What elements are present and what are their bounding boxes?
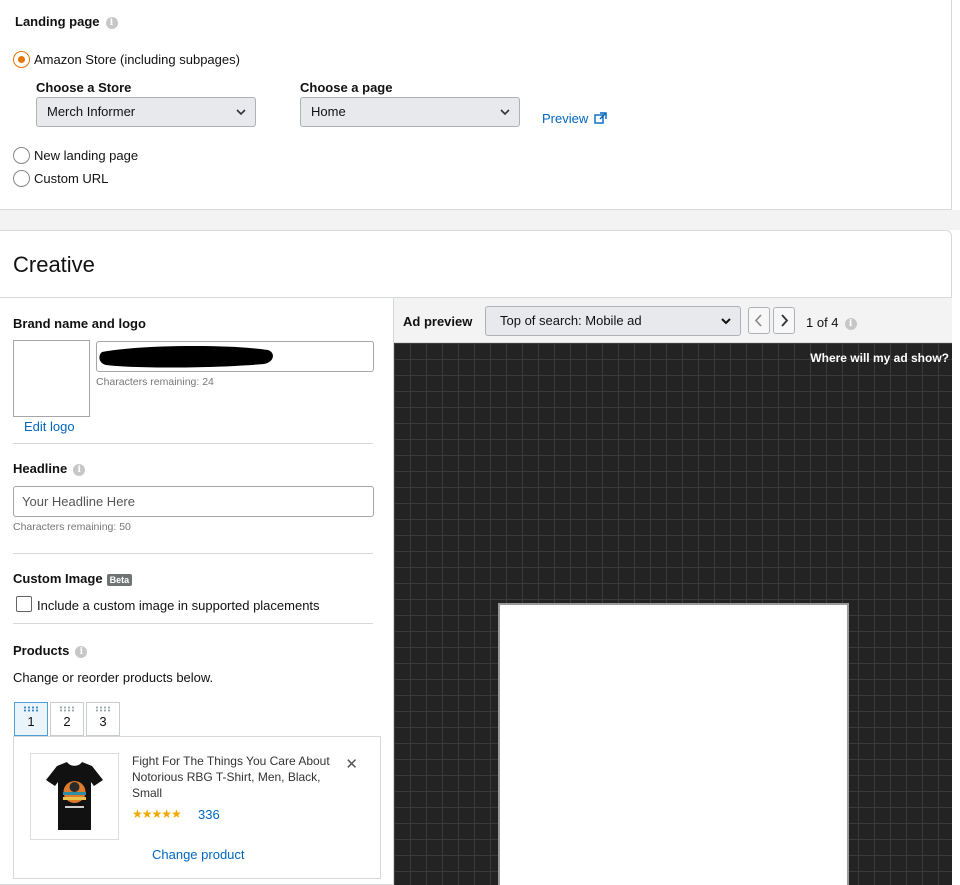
logo-placeholder[interactable] [13,340,90,417]
ad-preview-label: Ad preview [403,314,473,329]
brand-name-input[interactable] [96,341,374,372]
where-will-ad-show-link[interactable]: Where will my ad show? [810,351,949,365]
store-select[interactable]: Merch Informer [36,97,256,127]
headline-label: Headline [13,461,68,476]
radio-custom-url-label: Custom URL [34,171,109,187]
edit-logo-link[interactable]: Edit logo [24,419,75,434]
radio-new-landing-page[interactable]: New landing page [13,147,139,165]
chevron-down-icon [236,109,246,116]
brand-logo-label: Brand name and logo [13,316,146,331]
store-select-value: Merch Informer [47,104,136,119]
chevron-left-icon [754,314,762,327]
beta-badge: Beta [106,573,133,586]
drag-handle-icon[interactable] [23,706,39,712]
product-thumbnail [30,753,119,840]
brand-chars-remaining: Characters remaining: 24 [96,376,214,388]
product-tab-2[interactable]: 2 [50,702,84,736]
radio-amazon-store-label: Amazon Store (including subpages) [34,52,240,68]
redaction-mark-icon [99,346,273,368]
next-ad-button[interactable] [773,307,795,334]
preview-link[interactable]: Preview [542,111,607,126]
ad-pager: 1 of 4 i [806,315,857,330]
landing-page-title: Landing page [15,14,100,29]
ad-placement-value: Top of search: Mobile ad [500,313,642,328]
radio-unselected-icon[interactable] [13,170,30,188]
product-title[interactable]: Fight For The Things You Care About Noto… [132,753,342,801]
drag-handle-icon[interactable] [59,706,75,712]
info-icon[interactable]: i [73,463,86,476]
external-link-icon [594,112,607,124]
ad-pager-text: 1 of 4 [806,315,839,330]
headline-heading: Headline i [13,461,86,476]
radio-unselected-icon[interactable] [13,147,30,165]
radio-new-landing-label: New landing page [34,148,139,164]
choose-store-label: Choose a Store [36,80,132,95]
star-rating-icon: ★★★★★ [132,807,182,821]
product-tab-number: 2 [63,714,71,729]
radio-selected-icon[interactable] [13,51,30,69]
preview-link-label: Preview [542,111,589,126]
product-card: Fight For The Things You Care About Noto… [13,736,381,879]
product-tab-1[interactable]: 1 [14,702,48,736]
headline-placeholder: Your Headline Here [22,494,135,509]
product-tab-number: 3 [99,714,107,729]
product-tab-number: 1 [27,714,35,729]
custom-image-checkbox-label[interactable]: Include a custom image in supported plac… [37,598,320,613]
landing-page-heading: Landing page i [15,14,118,29]
radio-custom-url[interactable]: Custom URL [13,170,109,188]
divider [13,553,373,554]
change-product-link[interactable]: Change product [152,847,245,862]
ad-placement-select[interactable]: Top of search: Mobile ad [485,306,741,336]
remove-product-close-icon[interactable]: ✕ [345,755,358,773]
info-icon[interactable]: i [75,645,88,658]
section-gap [0,210,960,230]
divider [13,443,373,444]
custom-image-label: Custom Image [13,571,103,586]
page-select-value: Home [311,104,346,119]
previous-ad-button[interactable] [748,307,770,334]
info-icon[interactable]: i [105,16,118,29]
product-tab-3[interactable]: 3 [86,702,120,736]
chevron-down-icon [500,109,510,116]
drag-handle-icon[interactable] [95,706,111,712]
info-icon[interactable]: i [844,317,857,330]
chevron-down-icon [721,318,731,325]
creative-title: Creative [13,252,95,277]
custom-image-heading: Custom Image Beta [13,571,133,586]
custom-image-checkbox[interactable] [16,596,32,612]
mobile-ad-frame [498,603,849,885]
products-heading: Products i [13,643,88,658]
products-instructions: Change or reorder products below. [13,670,214,685]
rating-count[interactable]: 336 [198,807,220,822]
products-label: Products [13,643,70,658]
divider [13,623,373,624]
choose-page-label: Choose a page [300,80,393,95]
headline-input[interactable]: Your Headline Here [13,486,374,517]
chevron-right-icon [781,314,789,327]
headline-chars-remaining: Characters remaining: 50 [13,521,131,533]
radio-amazon-store[interactable]: Amazon Store (including subpages) [13,51,240,69]
tshirt-image-icon [46,762,103,830]
page-select[interactable]: Home [300,97,520,127]
